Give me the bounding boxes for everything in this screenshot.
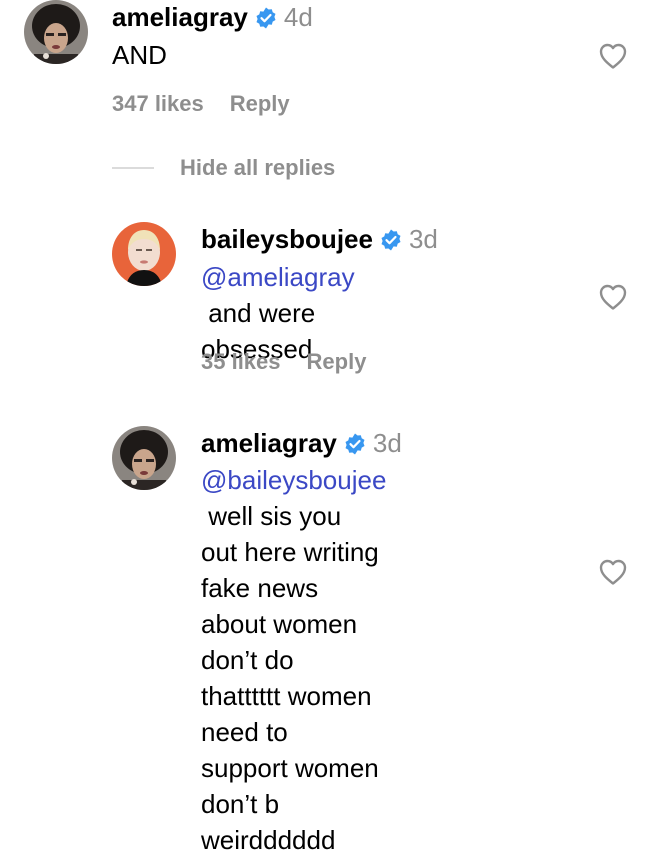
reply-text-line: weirdddddd [201, 825, 336, 855]
username[interactable]: ameliagray [201, 428, 337, 459]
hide-replies-button[interactable]: Hide all replies [112, 155, 335, 181]
avatar[interactable] [112, 426, 176, 490]
heart-outline-icon[interactable] [598, 558, 628, 586]
mention-link[interactable]: @ameliagray [201, 262, 355, 292]
verified-badge-icon [379, 228, 403, 252]
heart-outline-icon[interactable] [598, 42, 628, 70]
timestamp[interactable]: 3d [409, 224, 438, 255]
reply-text-line: out here writing fake news [201, 537, 379, 603]
reply-text-segment: well sis you [201, 501, 342, 531]
avatar[interactable] [112, 222, 176, 286]
heart-outline-icon[interactable] [598, 283, 628, 311]
avatar[interactable] [24, 0, 88, 64]
timestamp[interactable]: 3d [373, 428, 402, 459]
verified-badge-icon [254, 6, 278, 30]
divider-line [112, 167, 154, 169]
verified-badge-icon [343, 432, 367, 456]
reply-text: @baileysboujee well sis you out here wri… [201, 462, 386, 858]
reply-button[interactable]: Reply [230, 91, 290, 117]
comment-text: AND [112, 40, 167, 70]
reply-text-segment: and were [201, 298, 316, 328]
reply-button[interactable]: Reply [307, 349, 367, 375]
reply-text-line: about women don’t do [201, 609, 358, 675]
username[interactable]: ameliagray [112, 2, 248, 33]
likes-count[interactable]: 35 likes [201, 349, 281, 375]
reply-text-line: support women don’t b [201, 753, 379, 819]
hide-replies-label[interactable]: Hide all replies [180, 155, 335, 181]
username[interactable]: baileysboujee [201, 224, 373, 255]
reply-text-line: thatttttt women need to [201, 681, 372, 747]
mention-link[interactable]: @baileysboujee [201, 465, 386, 495]
likes-count[interactable]: 347 likes [112, 91, 204, 117]
timestamp[interactable]: 4d [284, 2, 313, 33]
